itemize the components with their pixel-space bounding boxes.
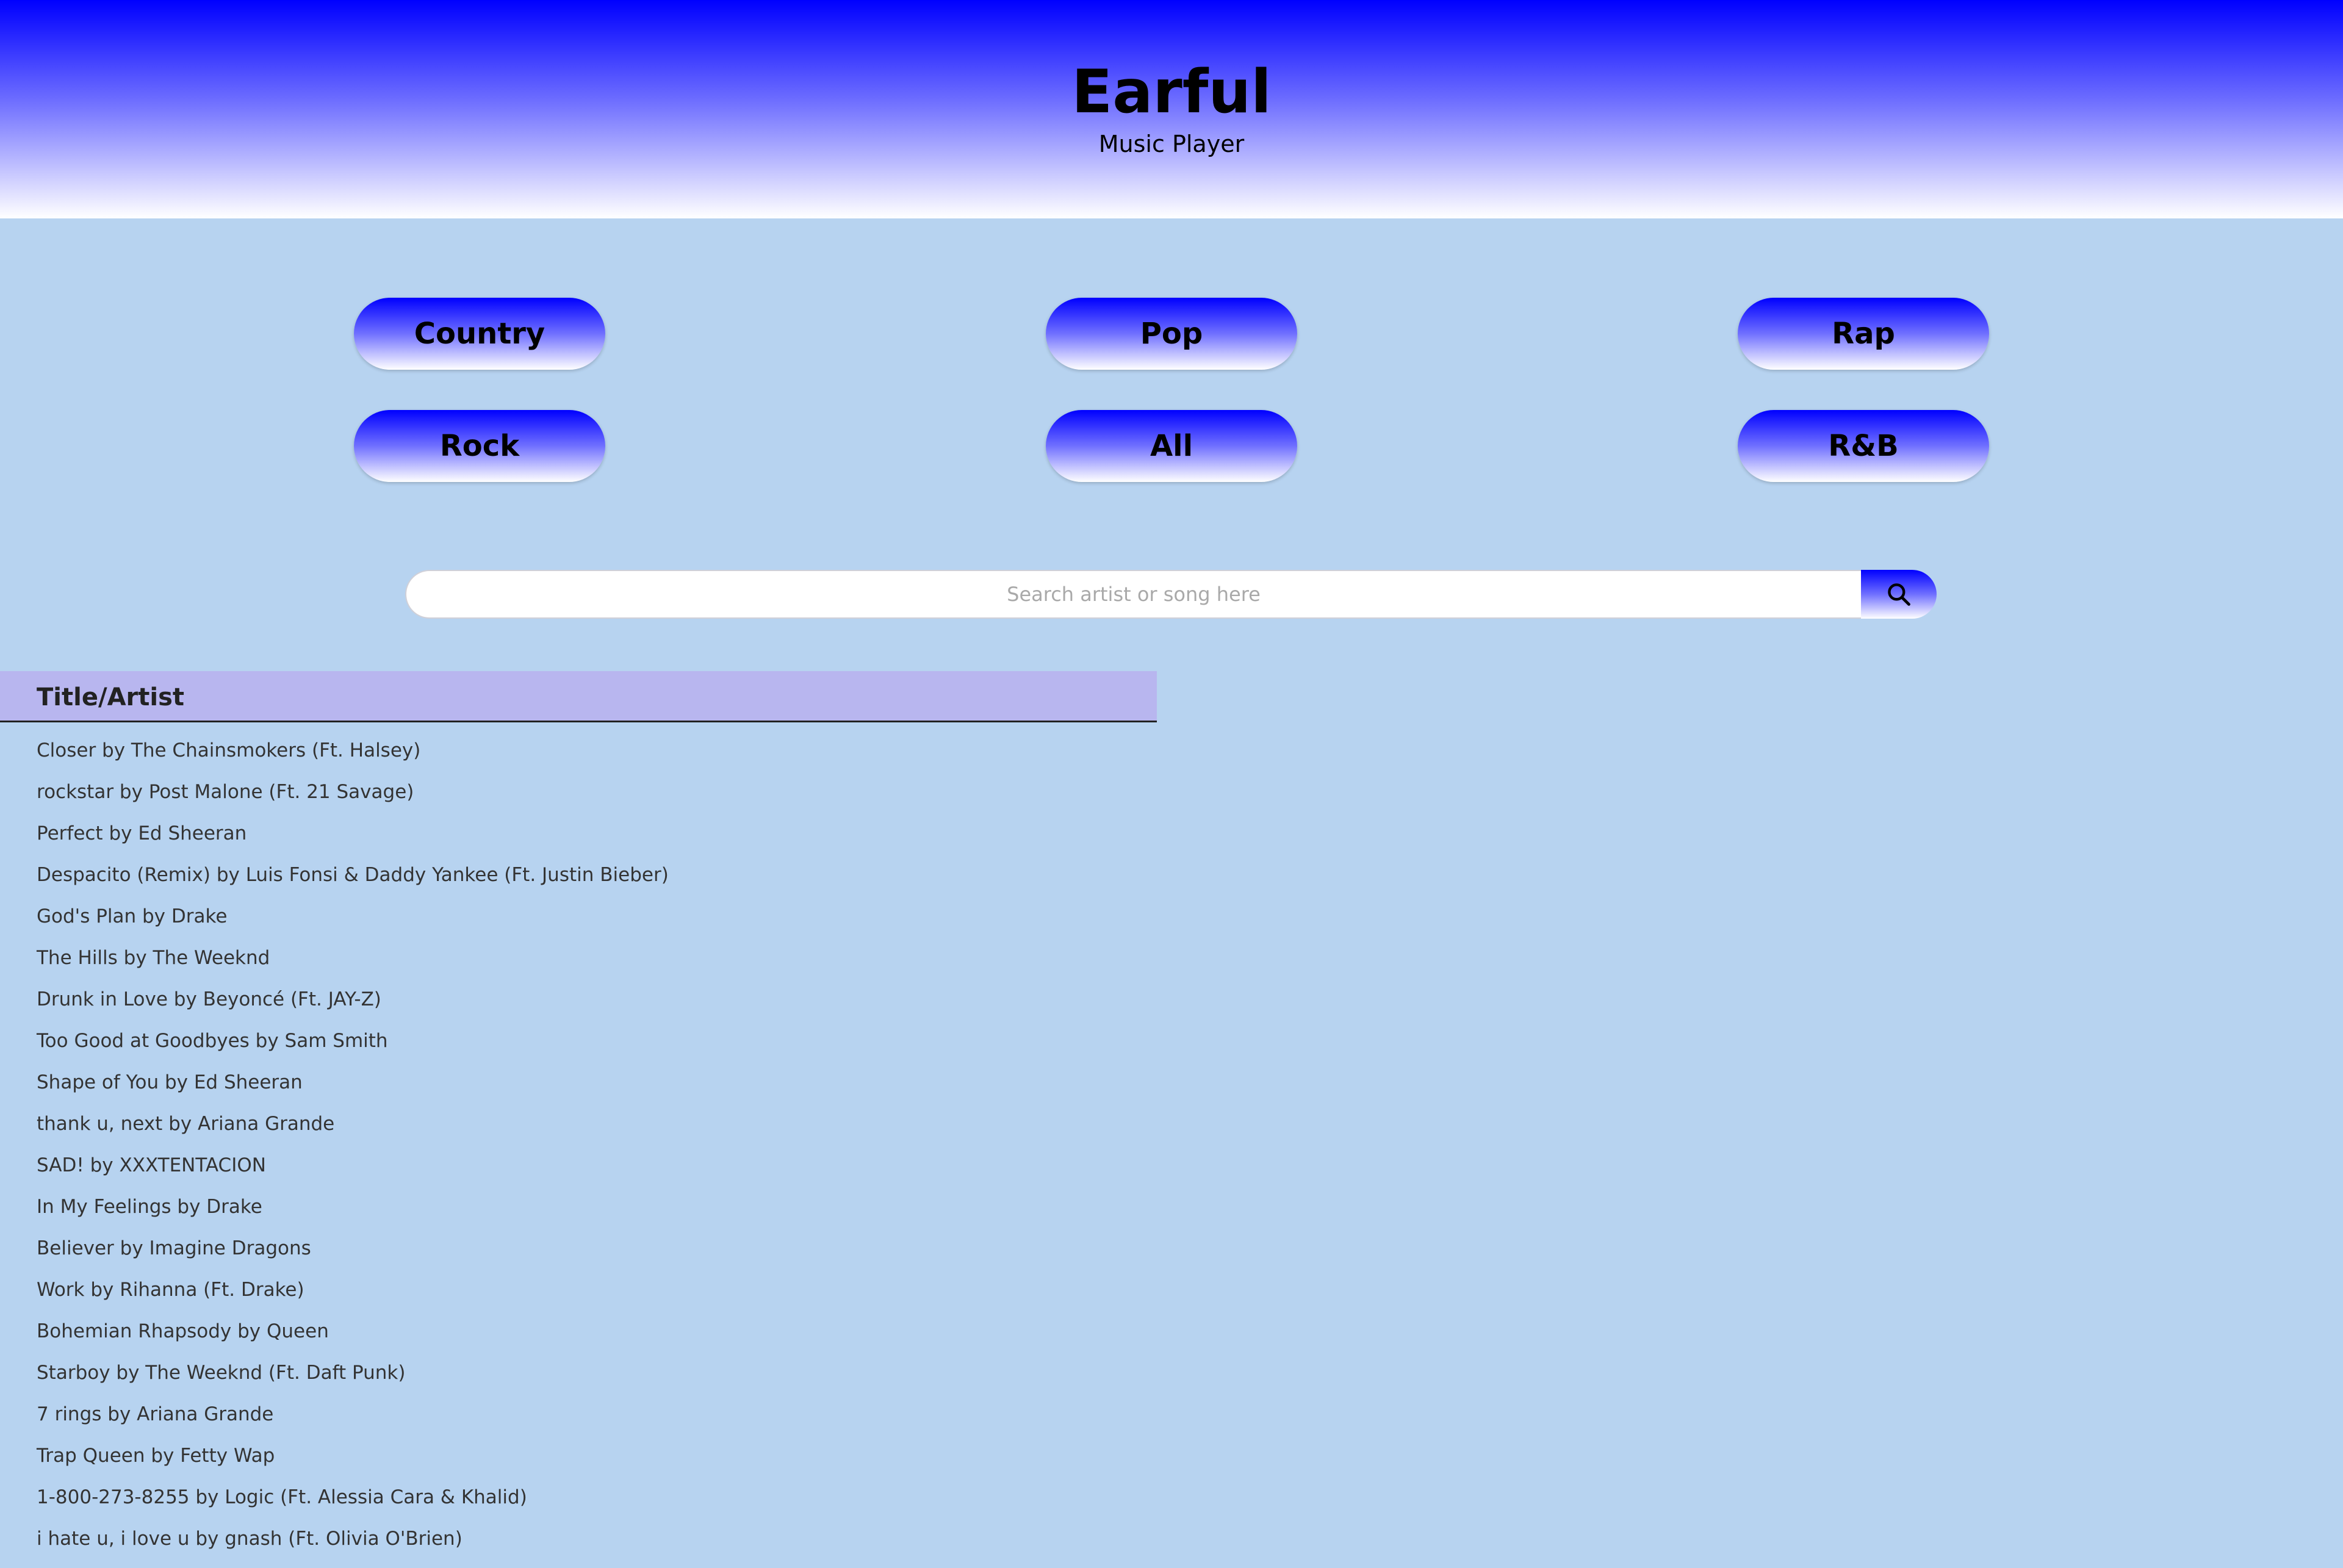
song-item[interactable]: thank u, next by Ariana Grande <box>37 1106 1135 1147</box>
song-item[interactable]: 1-800-273-8255 by Logic (Ft. Alessia Car… <box>37 1479 1135 1520</box>
song-item[interactable]: SAD! by XXXTENTACION <box>37 1147 1135 1189</box>
song-item[interactable]: Closer by The Chainsmokers (Ft. Halsey) <box>37 732 1135 774</box>
app-subtitle: Music Player <box>1098 131 1245 157</box>
genre-button-pop[interactable]: Pop <box>1046 298 1297 370</box>
song-item[interactable]: In My Feelings by Drake <box>37 1189 1135 1230</box>
app-header: Earful Music Player <box>0 0 2343 218</box>
search-button[interactable] <box>1861 570 1937 619</box>
genre-button-rnb[interactable]: R&B <box>1738 410 1989 482</box>
genre-button-all[interactable]: All <box>1046 410 1297 482</box>
genre-button-rap[interactable]: Rap <box>1738 298 1989 370</box>
column-header-title-artist[interactable]: Title/Artist <box>37 683 184 711</box>
app-title: Earful <box>1071 57 1272 127</box>
song-table-header: Title/Artist <box>0 671 1157 722</box>
search-icon <box>1888 583 1910 606</box>
song-item[interactable]: Trap Queen by Fetty Wap <box>37 1437 1135 1479</box>
song-item[interactable]: Shape of You by Ed Sheeran <box>37 1064 1135 1106</box>
song-item[interactable]: rockstar by Post Malone (Ft. 21 Savage) <box>37 774 1135 815</box>
song-item[interactable]: Despacito (Remix) by Luis Fonsi & Daddy … <box>37 857 1135 898</box>
song-item[interactable]: The Hills by The Weeknd <box>37 940 1135 981</box>
song-item[interactable]: Starboy by The Weeknd (Ft. Daft Punk) <box>37 1354 1135 1396</box>
song-item[interactable]: Drunk in Love by Beyoncé (Ft. JAY-Z) <box>37 981 1135 1023</box>
genre-button-rock[interactable]: Rock <box>354 410 605 482</box>
song-item[interactable]: Bohemian Rhapsody by Queen <box>37 1313 1135 1354</box>
song-list: Closer by The Chainsmokers (Ft. Halsey) … <box>37 732 1135 1562</box>
search-input[interactable] <box>405 570 1861 619</box>
song-item[interactable]: Work by Rihanna (Ft. Drake) <box>37 1271 1135 1313</box>
song-item[interactable]: Perfect by Ed Sheeran <box>37 815 1135 857</box>
song-item[interactable]: Believer by Imagine Dragons <box>37 1230 1135 1271</box>
song-item[interactable]: God's Plan by Drake <box>37 898 1135 940</box>
song-item[interactable]: i hate u, i love u by gnash (Ft. Olivia … <box>37 1520 1135 1562</box>
song-item[interactable]: 7 rings by Ariana Grande <box>37 1396 1135 1437</box>
genre-button-country[interactable]: Country <box>354 298 605 370</box>
song-item[interactable]: Too Good at Goodbyes by Sam Smith <box>37 1023 1135 1064</box>
